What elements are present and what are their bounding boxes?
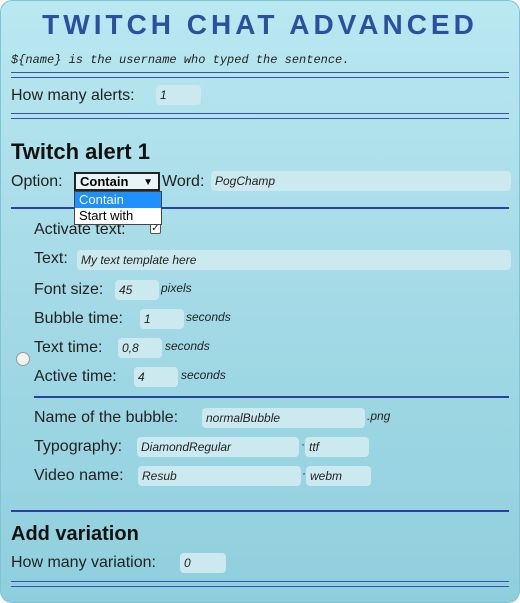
option-dropdown-list: Contain Start with: [74, 191, 162, 225]
alert-heading: Twitch alert 1: [11, 139, 150, 164]
divider: [11, 72, 509, 73]
option-contain[interactable]: Contain: [75, 192, 161, 208]
text-time-input[interactable]: 0,8: [118, 338, 162, 358]
divider: [11, 113, 509, 114]
text-input[interactable]: My text template here: [77, 250, 511, 270]
divider: [11, 581, 509, 582]
option-select[interactable]: Contain ▼: [74, 172, 160, 191]
typography-label: Typography:: [34, 438, 123, 455]
alerts-count-input[interactable]: 1: [156, 85, 201, 105]
divider: [11, 77, 509, 78]
font-size-label: Font size:: [34, 281, 104, 298]
video-name-label: Video name:: [34, 467, 124, 484]
bubble-time-label: Bubble time:: [34, 310, 123, 327]
option-selected-value: Contain: [80, 174, 129, 189]
font-size-unit: pixels: [161, 281, 192, 295]
active-time-label: Active time:: [34, 368, 117, 385]
chevron-down-icon: ▼: [143, 177, 153, 188]
video-name-input[interactable]: Resub: [138, 466, 301, 486]
option-label: Option:: [11, 173, 63, 190]
page-title: TWITCH CHAT ADVANCED: [42, 9, 478, 40]
divider: [11, 510, 509, 512]
alert-radio[interactable]: [16, 352, 30, 366]
divider: [11, 118, 509, 119]
typography-extension-input[interactable]: ttf: [305, 437, 369, 457]
word-input[interactable]: PogChamp: [211, 171, 511, 191]
bubble-name-label: Name of the bubble:: [34, 409, 179, 426]
video-extension-input[interactable]: webm: [306, 466, 371, 486]
active-time-unit: seconds: [181, 368, 226, 382]
variation-count-input[interactable]: 0: [180, 553, 226, 573]
bubble-extension: .png: [367, 409, 391, 423]
text-time-unit: seconds: [165, 339, 210, 353]
divider: [34, 396, 509, 398]
text-time-label: Text time:: [34, 339, 103, 356]
bubble-time-input[interactable]: 1: [140, 309, 184, 329]
text-label: Text:: [34, 250, 68, 267]
word-label: Word:: [162, 173, 205, 190]
option-start-with[interactable]: Start with: [75, 208, 161, 224]
variation-heading: Add variation: [11, 523, 139, 545]
variation-count-label: How many variation:: [11, 554, 156, 571]
alerts-count-label: How many alerts:: [11, 87, 135, 104]
font-size-input[interactable]: 45: [115, 280, 159, 300]
bubble-name-input[interactable]: normalBubble: [202, 408, 365, 428]
active-time-input[interactable]: 4: [134, 367, 178, 387]
typography-input[interactable]: DiamondRegular: [137, 437, 299, 457]
username-hint: ${name} is the username who typed the se…: [11, 53, 350, 67]
bubble-time-unit: seconds: [186, 310, 231, 324]
divider: [11, 586, 509, 587]
twitch-chat-advanced-panel: TWITCH CHAT ADVANCED ${name} is the user…: [0, 0, 520, 603]
